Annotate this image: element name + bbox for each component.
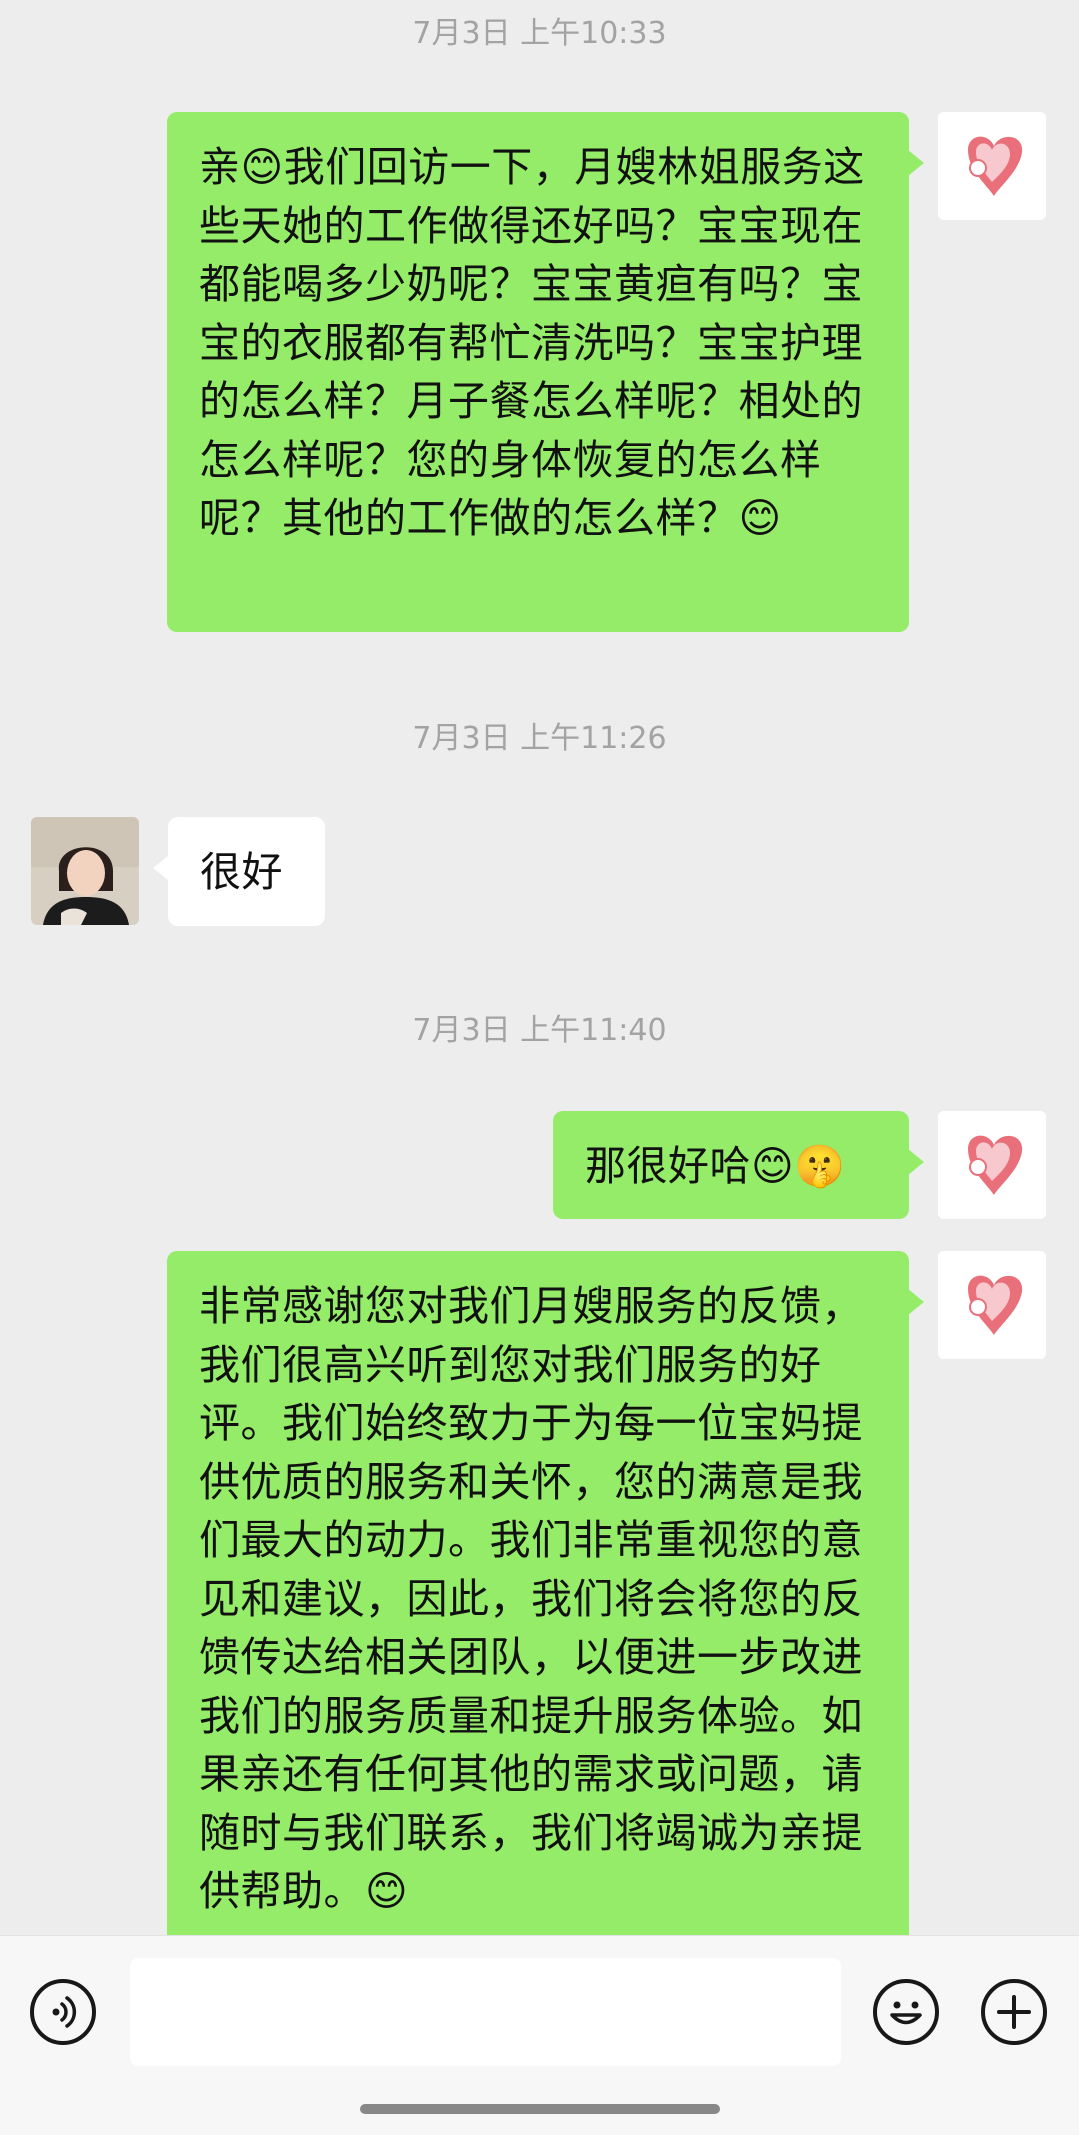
emoji-button[interactable] [873,1979,939,2045]
voice-button[interactable] [30,1979,96,2045]
message-input[interactable] [130,1958,841,2066]
my-avatar[interactable] [938,1111,1046,1219]
message-bubble-received[interactable]: 很好 [153,817,325,926]
timestamp: 7月3日 上午11:26 [412,721,667,756]
contact-avatar[interactable] [31,817,139,925]
add-button[interactable] [981,1979,1047,2045]
message-bubble-sent[interactable]: 亲😊我们回访一下，月嫂林姐服务这些天她的工作做得还好吗？宝宝现在都能喝多少奶呢？… [167,112,924,632]
timestamp: 7月3日 上午10:33 [412,16,667,51]
message-bubble-sent[interactable]: 那很好哈😊🤫 [553,1111,924,1219]
plus-icon [997,1995,1031,2029]
voice-icon [52,1996,77,2028]
home-indicator[interactable] [360,2104,720,2114]
timestamp: 7月3日 上午11:40 [412,1013,667,1048]
emoji-icon [890,2001,922,2025]
input-toolbar [0,1935,1079,2135]
chat-area[interactable]: 7月3日 上午10:33 亲😊我们回访一下，月嫂林姐服务这些天她的工作做得还好吗… [0,0,1079,1935]
my-avatar[interactable] [938,112,1046,220]
message-bubble-sent[interactable]: 非常感谢您对我们月嫂服务的反馈，我们很高兴听到您对我们服务的好评。我们始终致力于… [167,1251,924,1935]
my-avatar[interactable] [938,1251,1046,1359]
